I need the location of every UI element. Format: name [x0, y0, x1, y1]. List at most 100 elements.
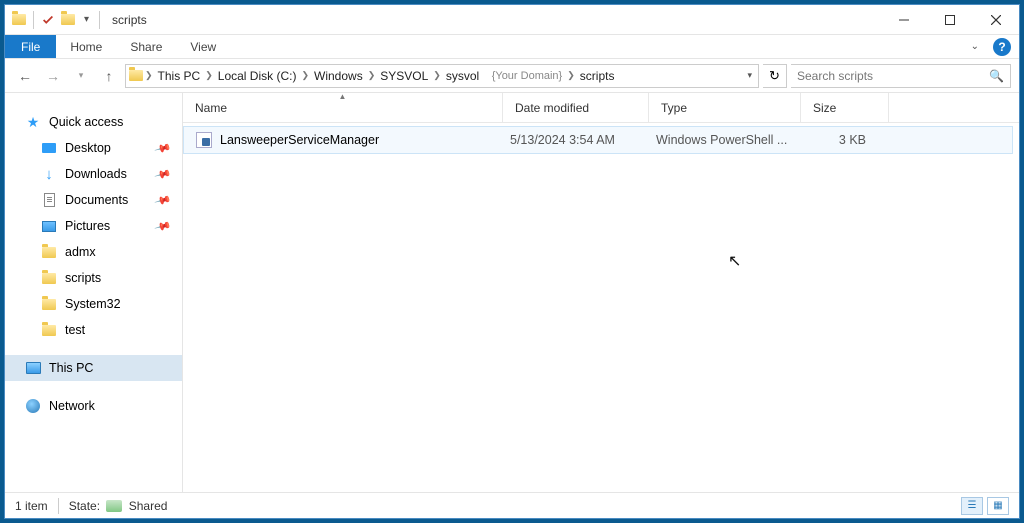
breadcrumb-segment[interactable]: Local Disk (C:) — [214, 69, 301, 83]
sidebar-item-desktop[interactable]: Desktop 📌 — [5, 135, 182, 161]
window-controls — [881, 5, 1019, 35]
folder-icon — [128, 68, 144, 84]
tab-share[interactable]: Share — [116, 35, 176, 58]
search-input[interactable]: Search scripts 🔍 — [791, 64, 1011, 88]
column-header-date[interactable]: Date modified — [503, 93, 649, 122]
document-icon — [41, 192, 57, 208]
column-label: Size — [813, 101, 836, 115]
mouse-cursor-icon: ↖ — [728, 251, 741, 271]
sidebar-label: Network — [49, 399, 95, 413]
file-size: 3 KB — [796, 133, 878, 147]
item-count: 1 item — [15, 499, 48, 513]
title-bar: ▾ scripts — [5, 5, 1019, 35]
breadcrumb-segment[interactable]: Windows — [310, 69, 367, 83]
column-header-type[interactable]: Type — [649, 93, 801, 122]
sidebar-item-folder[interactable]: scripts — [5, 265, 182, 291]
file-row[interactable]: LansweeperServiceManager 5/13/2024 3:54 … — [183, 126, 1013, 154]
sidebar-label: test — [65, 323, 85, 337]
chevron-right-icon[interactable]: ❯ — [367, 70, 377, 81]
chevron-right-icon[interactable]: ❯ — [204, 70, 214, 81]
properties-icon[interactable] — [40, 12, 56, 28]
file-list-pane: ▲ Name Date modified Type Size Lansweepe… — [183, 93, 1019, 492]
file-tab[interactable]: File — [5, 35, 56, 58]
pin-icon: 📌 — [154, 217, 172, 235]
file-date: 5/13/2024 3:54 AM — [498, 133, 644, 147]
breadcrumb-segment[interactable]: sysvol — [442, 69, 483, 83]
sidebar-item-network[interactable]: Network — [5, 393, 182, 419]
details-view-button[interactable]: ☰ — [961, 497, 983, 515]
chevron-right-icon[interactable]: ❯ — [432, 70, 442, 81]
qat-dropdown-icon[interactable]: ▾ — [84, 14, 89, 25]
download-icon: ↓ — [41, 166, 57, 182]
network-icon — [25, 398, 41, 414]
breadcrumb-segment[interactable]: scripts — [576, 69, 619, 83]
sidebar-item-folder[interactable]: test — [5, 317, 182, 343]
column-label: Name — [195, 101, 227, 115]
address-dropdown-icon[interactable]: ▾ — [747, 70, 752, 81]
large-icons-view-button[interactable]: ▦ — [987, 497, 1009, 515]
column-headers: ▲ Name Date modified Type Size — [183, 93, 1019, 123]
column-header-name[interactable]: ▲ Name — [183, 93, 503, 122]
this-pc-icon — [25, 360, 41, 376]
history-dropdown-icon[interactable]: ▾ — [69, 64, 93, 88]
folder-icon[interactable] — [60, 12, 76, 28]
file-type: Windows PowerShell ... — [644, 133, 796, 147]
sidebar-item-folder[interactable]: admx — [5, 239, 182, 265]
folder-icon — [41, 322, 57, 338]
sidebar-quick-access[interactable]: ★ Quick access — [5, 109, 182, 135]
desktop-icon — [41, 140, 57, 156]
status-bar: 1 item State: Shared ☰ ▦ — [5, 492, 1019, 518]
window-title: scripts — [112, 13, 147, 27]
sidebar-label: Pictures — [65, 219, 110, 233]
maximize-button[interactable] — [927, 5, 973, 35]
ribbon-expand-icon[interactable]: ⌄ — [971, 41, 979, 52]
breadcrumb-domain-placeholder[interactable]: {Your Domain} — [488, 70, 567, 82]
shared-icon — [106, 500, 122, 512]
sidebar-label: Quick access — [49, 115, 123, 129]
chevron-right-icon[interactable]: ❯ — [144, 70, 154, 81]
state-value: Shared — [129, 499, 168, 513]
up-button[interactable]: ↑ — [97, 68, 121, 84]
star-icon: ★ — [25, 114, 41, 130]
column-label: Date modified — [515, 101, 589, 115]
body: ★ Quick access Desktop 📌 ↓ Downloads 📌 D… — [5, 93, 1019, 492]
search-placeholder: Search scripts — [797, 69, 873, 83]
search-icon[interactable]: 🔍 — [989, 69, 1004, 83]
pin-icon: 📌 — [154, 165, 172, 183]
column-header-size[interactable]: Size — [801, 93, 889, 122]
folder-icon — [41, 270, 57, 286]
minimize-button[interactable] — [881, 5, 927, 35]
back-button[interactable]: ← — [13, 64, 37, 88]
powershell-file-icon — [196, 132, 212, 148]
sidebar-label: This PC — [49, 361, 93, 375]
sidebar-item-pictures[interactable]: Pictures 📌 — [5, 213, 182, 239]
sidebar-label: scripts — [65, 271, 101, 285]
navigation-bar: ← → ▾ ↑ ❯ This PC ❯ Local Disk (C:) ❯ Wi… — [5, 59, 1019, 93]
sort-ascending-icon: ▲ — [339, 93, 347, 101]
sidebar-label: System32 — [65, 297, 121, 311]
chevron-right-icon[interactable]: ❯ — [566, 70, 576, 81]
address-bar[interactable]: ❯ This PC ❯ Local Disk (C:) ❯ Windows ❯ … — [125, 64, 759, 88]
close-button[interactable] — [973, 5, 1019, 35]
sidebar-label: Downloads — [65, 167, 127, 181]
quick-access-toolbar: ▾ scripts — [5, 11, 147, 29]
breadcrumb-segment[interactable]: SYSVOL — [376, 69, 432, 83]
sidebar-label: admx — [65, 245, 96, 259]
sidebar-item-documents[interactable]: Documents 📌 — [5, 187, 182, 213]
sidebar-item-downloads[interactable]: ↓ Downloads 📌 — [5, 161, 182, 187]
sidebar-item-this-pc[interactable]: This PC — [5, 355, 182, 381]
chevron-right-icon[interactable]: ❯ — [300, 70, 310, 81]
refresh-button[interactable]: ↻ — [763, 64, 787, 88]
sidebar-item-folder[interactable]: System32 — [5, 291, 182, 317]
navigation-pane: ★ Quick access Desktop 📌 ↓ Downloads 📌 D… — [5, 93, 183, 492]
tab-view[interactable]: View — [176, 35, 230, 58]
folder-icon — [41, 244, 57, 260]
explorer-window: ▾ scripts File Home Share View ⌄ ? ← → ▾… — [4, 4, 1020, 519]
forward-button[interactable]: → — [41, 64, 65, 88]
pin-icon: 📌 — [154, 191, 172, 209]
tab-home[interactable]: Home — [56, 35, 116, 58]
pin-icon: 📌 — [154, 139, 172, 157]
divider — [33, 11, 34, 29]
breadcrumb-segment[interactable]: This PC — [154, 69, 205, 83]
help-button[interactable]: ? — [993, 38, 1011, 56]
